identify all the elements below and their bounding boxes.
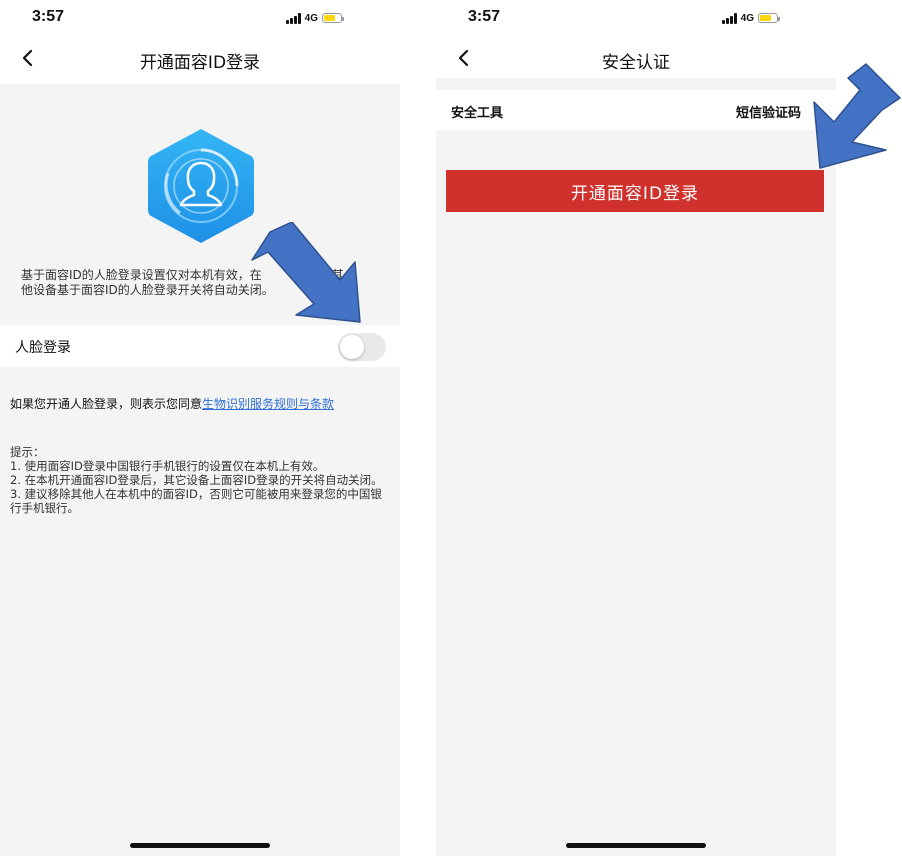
open-face-id-button[interactable]: 开通面容ID登录	[446, 170, 824, 212]
face-login-label: 人脸登录	[15, 340, 71, 356]
navigation-bar: 安全认证	[436, 34, 836, 78]
security-tool-label: 安全工具	[451, 106, 504, 121]
navigation-bar: 开通面容ID登录	[0, 34, 400, 84]
agreement-prefix: 如果您开通人脸登录，则表示您同意	[10, 397, 203, 411]
terms-link[interactable]: 生物识别服务规则与条款	[202, 397, 334, 411]
network-type: 4G	[304, 12, 318, 24]
phone-screen-security: 3:57 4G 安全认证 安全工具 短信验证码 开通面容ID登录	[436, 0, 836, 856]
signal-icon	[285, 12, 301, 24]
toggle-knob	[340, 335, 364, 359]
battery-icon	[758, 13, 780, 23]
tip-item: 1. 使用面容ID登录中国银行手机银行的设置仅在本机上有效。	[10, 459, 325, 473]
annotation-arrow-icon	[813, 63, 901, 169]
tip-item: 3. 建议移除其他人在本机中的面容ID，否则它可能被用来登录您的中国银行手机银行…	[10, 487, 382, 515]
tip-item: 2. 在本机开通面容ID登录后，其它设备上面容ID登录的开关将自动关闭。	[10, 473, 383, 487]
status-time: 3:57	[32, 8, 65, 25]
home-indicator	[130, 843, 270, 848]
home-indicator	[566, 843, 706, 848]
status-indicators: 4G	[721, 11, 780, 25]
face-login-row: 人脸登录	[0, 325, 400, 367]
agreement-text: 如果您开通人脸登录，则表示您同意生物识别服务规则与条款	[10, 395, 334, 412]
network-type: 4G	[740, 12, 754, 24]
page-title: 开通面容ID登录	[139, 53, 261, 73]
face-login-toggle[interactable]	[338, 333, 386, 361]
battery-icon	[322, 13, 344, 23]
security-tool-row[interactable]: 安全工具 短信验证码	[436, 90, 836, 130]
status-bar: 3:57 4G	[436, 0, 836, 34]
status-bar: 3:57 4G	[0, 0, 400, 34]
tips-heading: 提示：	[10, 445, 45, 459]
security-tool-value: 短信验证码	[735, 106, 801, 121]
page-title: 安全认证	[602, 53, 670, 73]
phone-screen-face-id: 3:57 4G 开通面容ID登录 基于面容ID的人脸登录设置仅对本机有效，在 其…	[0, 0, 400, 856]
tips-block: 提示： 1. 使用面容ID登录中国银行手机银行的设置仅在本机上有效。 2. 在本…	[10, 445, 392, 515]
status-indicators: 4G	[285, 11, 344, 25]
signal-icon	[721, 12, 737, 24]
status-time: 3:57	[468, 8, 501, 25]
annotation-arrow-icon	[251, 222, 361, 323]
